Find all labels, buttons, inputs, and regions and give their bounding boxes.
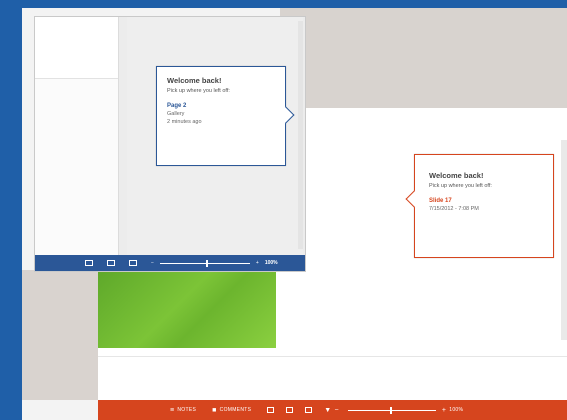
zoom-out-icon[interactable]: − — [334, 407, 338, 414]
comments-label: COMMENTS — [219, 407, 252, 413]
normal-view-icon[interactable] — [267, 407, 275, 413]
resume-detail-time: 2 minutes ago — [167, 118, 202, 125]
word-welcome-back-callout[interactable]: Welcome back! Pick up where you left off… — [156, 66, 295, 166]
zoom-in-icon[interactable]: + — [442, 407, 446, 414]
print-layout-icon[interactable] — [107, 260, 115, 266]
resume-detail: 7/15/2012 - 7:08 PM — [429, 206, 479, 212]
resume-location-link[interactable]: Slide 17 — [429, 198, 539, 204]
resume-detail-heading: Gallery — [167, 111, 185, 117]
word-zoom-level[interactable]: 100% — [265, 260, 278, 266]
slideshow-icon[interactable]: ▼ — [324, 407, 331, 414]
reading-view-icon[interactable] — [305, 407, 313, 413]
resume-location-link[interactable]: Page 2 — [167, 103, 275, 109]
powerpoint-status-bar: ≡ NOTES ■ COMMENTS ▼ − + 100% — [98, 400, 567, 420]
word-zoom-slider-knob[interactable] — [205, 259, 208, 267]
comments-icon: ■ — [212, 406, 217, 414]
navigation-pane-header — [35, 17, 118, 79]
notes-icon: ≡ — [170, 406, 175, 414]
slide-sorter-icon[interactable] — [286, 407, 294, 413]
callout-subtitle: Pick up where you left off: — [167, 88, 230, 94]
word-zoom-slider[interactable] — [159, 259, 250, 267]
word-status-bar: − + 100% — [35, 255, 305, 271]
zoom-out-icon[interactable]: − — [151, 260, 154, 266]
slide-thumbnail[interactable] — [98, 270, 276, 348]
zoom-in-icon[interactable]: + — [256, 260, 259, 266]
powerpoint-welcome-back-callout[interactable]: Welcome back! Pick up where you left off… — [405, 154, 554, 258]
zoom-level[interactable]: 100% — [449, 407, 463, 413]
callout-subtitle: Pick up where you left off: — [429, 183, 492, 189]
powerpoint-thumbnail-pane — [22, 270, 98, 400]
notes-divider — [98, 356, 567, 357]
word-navigation-pane — [35, 17, 119, 257]
callout-title: Welcome back! — [167, 76, 222, 85]
read-mode-icon[interactable] — [85, 260, 93, 266]
notes-button[interactable]: ≡ NOTES — [170, 407, 196, 414]
callout-title: Welcome back! — [429, 171, 484, 180]
powerpoint-ribbon-area — [280, 8, 567, 108]
notes-label: NOTES — [177, 407, 197, 413]
zoom-slider[interactable] — [347, 406, 436, 414]
word-scrollbar[interactable] — [298, 21, 303, 249]
comments-button[interactable]: ■ COMMENTS — [212, 407, 251, 414]
scrollbar[interactable] — [561, 140, 567, 340]
zoom-slider-knob[interactable] — [389, 406, 392, 414]
web-layout-icon[interactable] — [129, 260, 137, 266]
